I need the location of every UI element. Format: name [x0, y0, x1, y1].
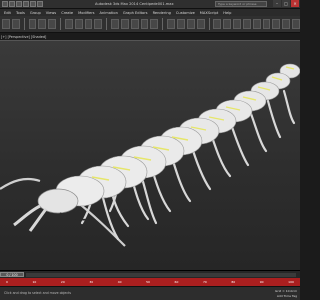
app-menu-icon[interactable]	[2, 1, 8, 7]
undo-icon[interactable]	[30, 1, 36, 7]
layer-manager-icon[interactable]	[233, 19, 241, 29]
render-production-icon[interactable]	[292, 19, 300, 29]
maximize-button[interactable]: □	[282, 0, 290, 7]
perspective-viewport[interactable]	[0, 40, 300, 270]
toolbar-separator	[208, 18, 210, 30]
left-antenna	[0, 177, 41, 190]
spinner-snap-icon[interactable]	[196, 19, 205, 29]
menu-customize[interactable]: Customize	[176, 11, 195, 15]
frame-tick: 70	[202, 280, 207, 284]
time-slider-bar: 0 / 100	[0, 270, 300, 278]
align-icon[interactable]	[223, 19, 232, 29]
menu-rendering[interactable]: Rendering	[153, 11, 171, 15]
menu-edit[interactable]: Edit	[4, 11, 11, 15]
menu-help[interactable]: Help	[223, 11, 231, 15]
quick-access-toolbar	[2, 1, 43, 8]
frame-tick: 80	[231, 280, 236, 284]
body-segments	[55, 63, 300, 207]
material-editor-icon[interactable]	[262, 19, 271, 29]
snaps-toggle-icon[interactable]	[167, 19, 175, 29]
frame-tick: 40	[117, 280, 122, 284]
frame-tick: 20	[60, 280, 65, 284]
menu-tools[interactable]: Tools	[16, 11, 25, 15]
unlink-icon[interactable]	[38, 19, 47, 29]
menu-views[interactable]: Views	[46, 11, 56, 15]
toolbar-separator	[23, 18, 25, 30]
status-bar: Click and drag to select and move object…	[0, 286, 300, 300]
menu-graph-editors[interactable]: Graph Editors	[123, 11, 148, 15]
schematic-view-icon[interactable]	[252, 19, 261, 29]
window-title: Autodesk 3ds Max 2014 Centipede001.max	[95, 2, 174, 6]
search-input[interactable]: Type a keyword or phrase	[215, 1, 267, 7]
toolbar-separator	[162, 18, 164, 30]
title-bar: Autodesk 3ds Max 2014 Centipede001.max T…	[0, 0, 300, 9]
menu-animation[interactable]: Animation	[100, 11, 118, 15]
new-file-icon[interactable]	[9, 1, 15, 7]
redo-tool-icon[interactable]	[11, 19, 20, 29]
select-object-icon[interactable]	[64, 19, 73, 29]
close-button[interactable]: ✕	[291, 0, 299, 7]
reference-coord-icon[interactable]	[140, 19, 149, 29]
menu-modifiers[interactable]: Modifiers	[78, 11, 94, 15]
angle-snap-icon[interactable]	[176, 19, 185, 29]
rotate-icon[interactable]	[120, 19, 129, 29]
percent-snap-icon[interactable]	[186, 19, 195, 29]
open-file-icon[interactable]	[16, 1, 22, 7]
menu-create[interactable]: Create	[61, 11, 73, 15]
frame-tick: 100	[288, 280, 294, 284]
scale-icon[interactable]	[130, 19, 139, 29]
minimize-button[interactable]: –	[273, 0, 281, 7]
frame-tick: 10	[32, 280, 37, 284]
menu-group[interactable]: Group	[30, 11, 41, 15]
centipede-model	[0, 63, 300, 247]
undo-tool-icon[interactable]	[2, 19, 10, 29]
pivot-center-icon[interactable]	[150, 19, 159, 29]
track-bar[interactable]: 0 10 20 30 40 50 60 70 80 90 100	[0, 278, 300, 286]
frame-tick: 0	[6, 280, 8, 284]
viewport-label[interactable]: [+] [Perspective] [Shaded]	[1, 35, 46, 39]
render-frame-icon[interactable]	[282, 19, 291, 29]
save-file-icon[interactable]	[23, 1, 29, 7]
time-slider[interactable]: 0 / 100	[0, 272, 24, 277]
status-prompt: Click and drag to select and move object…	[4, 291, 72, 295]
mirror-icon[interactable]	[213, 19, 222, 29]
frame-tick: 30	[89, 280, 94, 284]
time-track[interactable]	[26, 273, 296, 277]
frame-tick: 50	[146, 280, 150, 284]
menu-bar: Edit Tools Group Views Create Modifiers …	[0, 9, 300, 16]
move-icon[interactable]	[111, 19, 119, 29]
bind-space-warp-icon[interactable]	[48, 19, 57, 29]
curve-editor-icon[interactable]	[242, 19, 251, 29]
render-setup-icon[interactable]	[272, 19, 281, 29]
frame-tick: 60	[174, 280, 179, 284]
region-select-icon[interactable]	[84, 19, 93, 29]
select-by-name-icon[interactable]	[74, 19, 83, 29]
select-link-icon[interactable]	[28, 19, 37, 29]
frame-tick: 90	[259, 280, 264, 284]
add-time-tag-button[interactable]: Add Time Tag	[277, 294, 297, 298]
redo-icon[interactable]	[37, 1, 43, 7]
window-crossing-icon[interactable]	[94, 19, 103, 29]
toolbar-separator	[60, 18, 61, 30]
toolbar-separator	[106, 18, 108, 30]
grid-size: Grid = 10.0cm	[275, 289, 297, 293]
main-toolbar	[0, 16, 300, 33]
menu-maxscript[interactable]: MAXScript	[200, 11, 218, 15]
